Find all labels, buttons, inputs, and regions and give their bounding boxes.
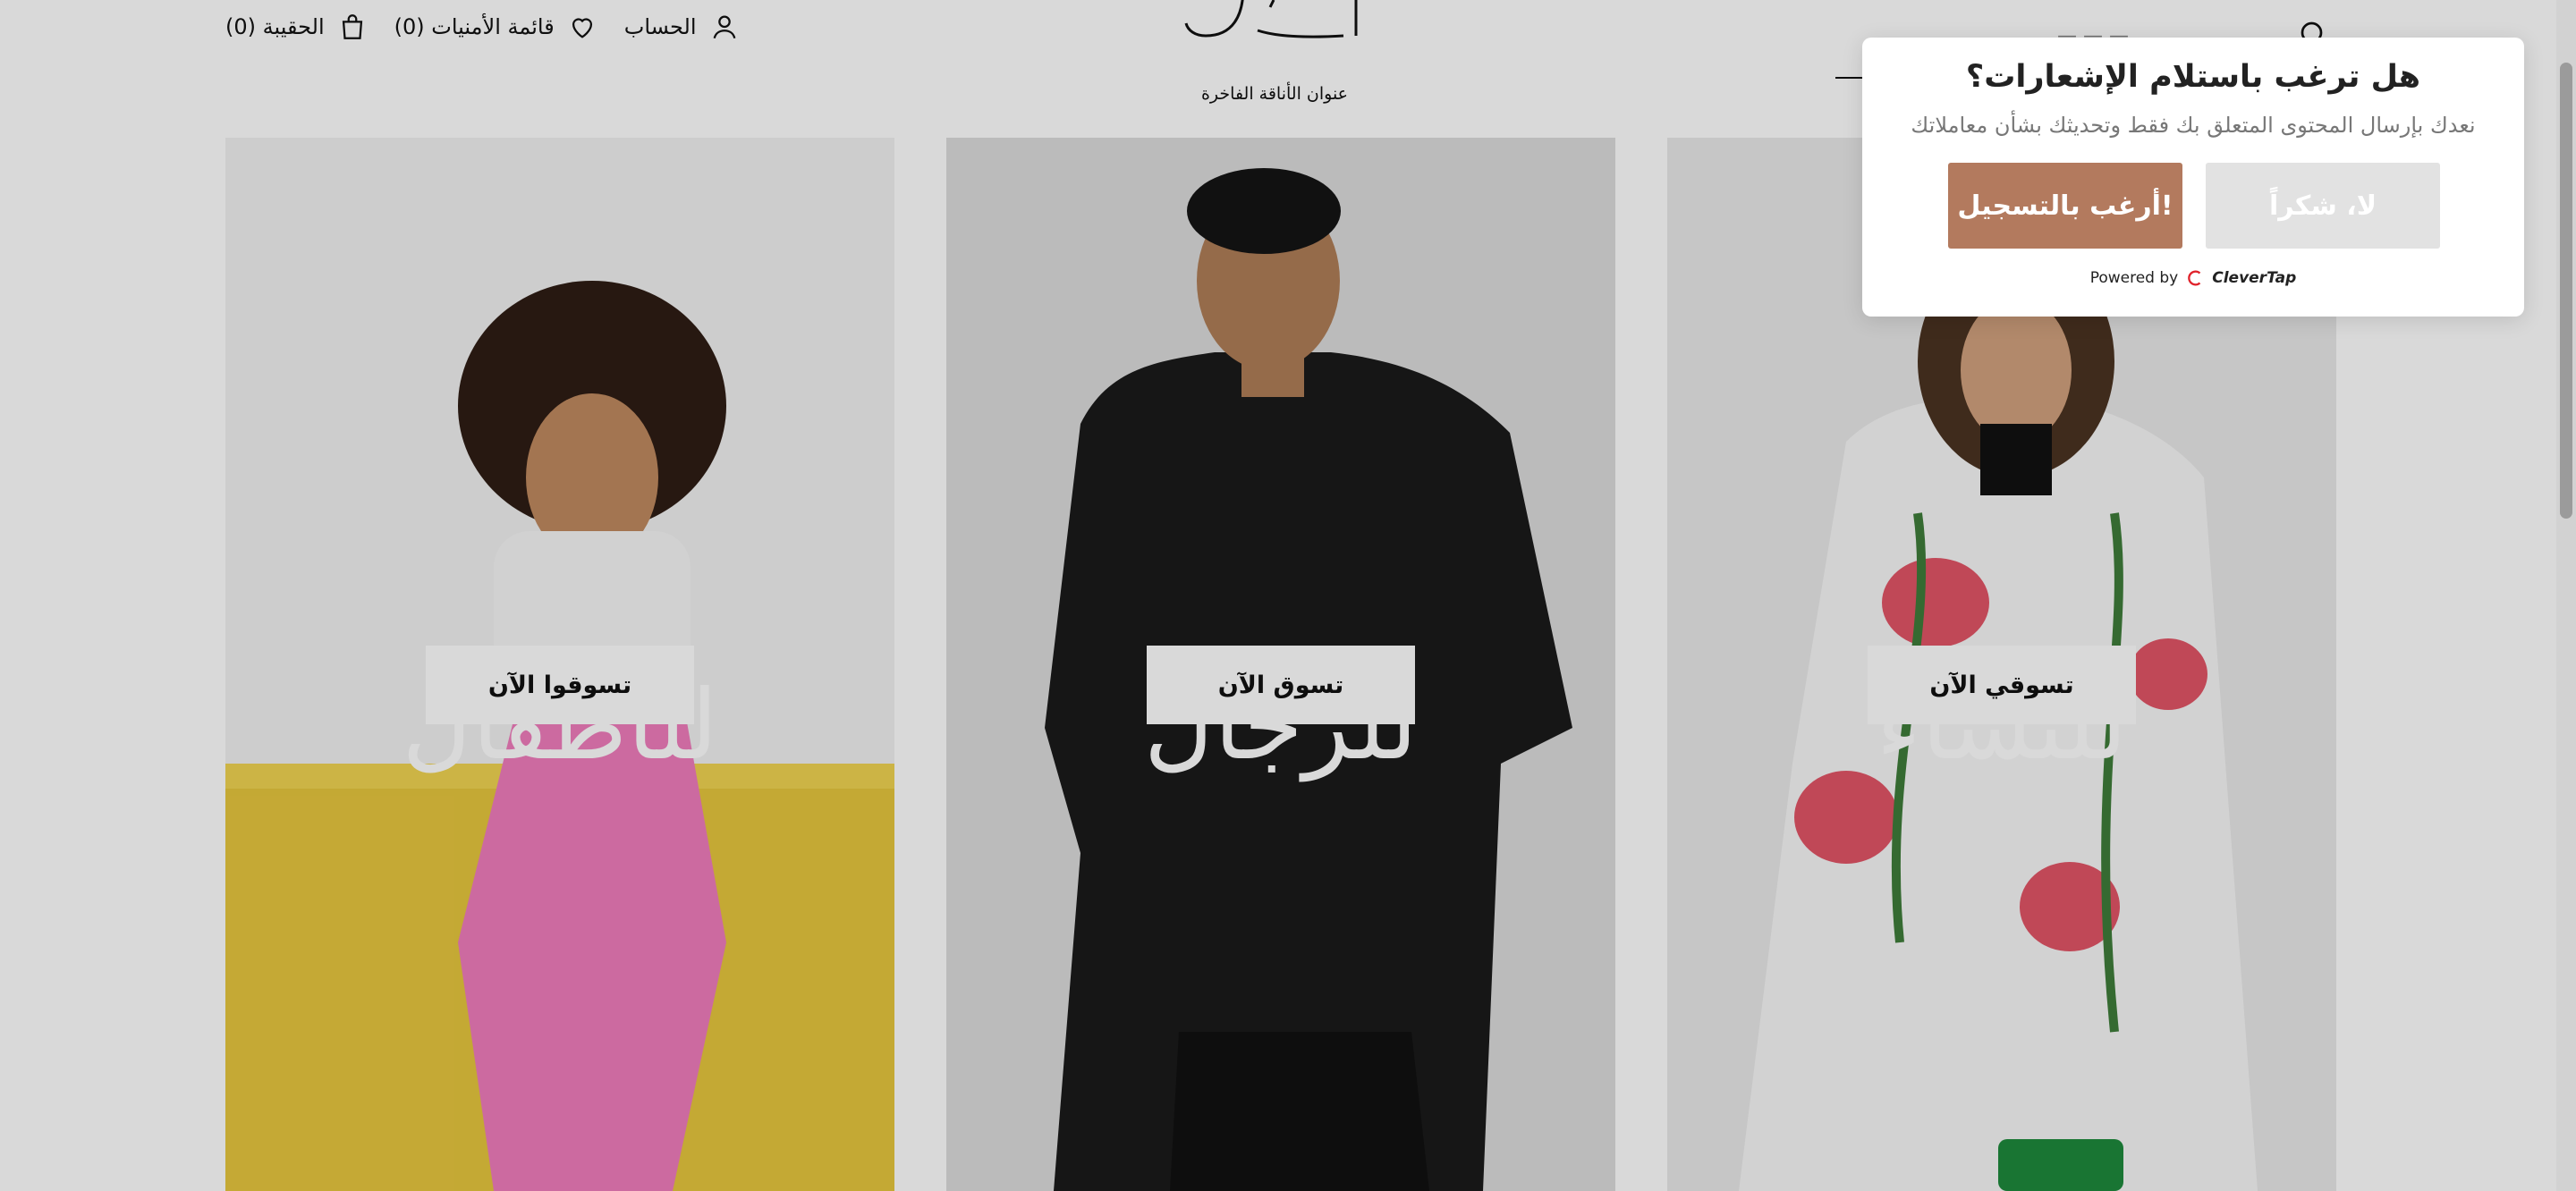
decline-button[interactable]: لا، شكراً <box>2206 163 2440 249</box>
scrollbar-track[interactable] <box>2556 0 2576 1191</box>
clevertap-brand: CleverTap <box>2212 269 2297 287</box>
scrollbar-thumb[interactable] <box>2560 63 2572 519</box>
page: الحقيبة (0) قائمة الأمنيات (0) الحساب عن… <box>0 0 2576 1191</box>
clevertap-logo-icon <box>2188 270 2201 286</box>
popup-description: نعدك بإرسال المحتوى المتعلق بك فقط وتحدي… <box>1911 113 2476 138</box>
powered-by: Powered by CleverTap <box>1862 268 2524 288</box>
popup-title: هل ترغب باستلام الإشعارات؟ <box>1965 59 2421 95</box>
notification-popup: هل ترغب باستلام الإشعارات؟ نعدك بإرسال ا… <box>1862 38 2524 317</box>
powered-by-label: Powered by <box>2089 269 2179 287</box>
accept-button[interactable]: أرغب بالتسجيل! <box>1948 163 2182 249</box>
